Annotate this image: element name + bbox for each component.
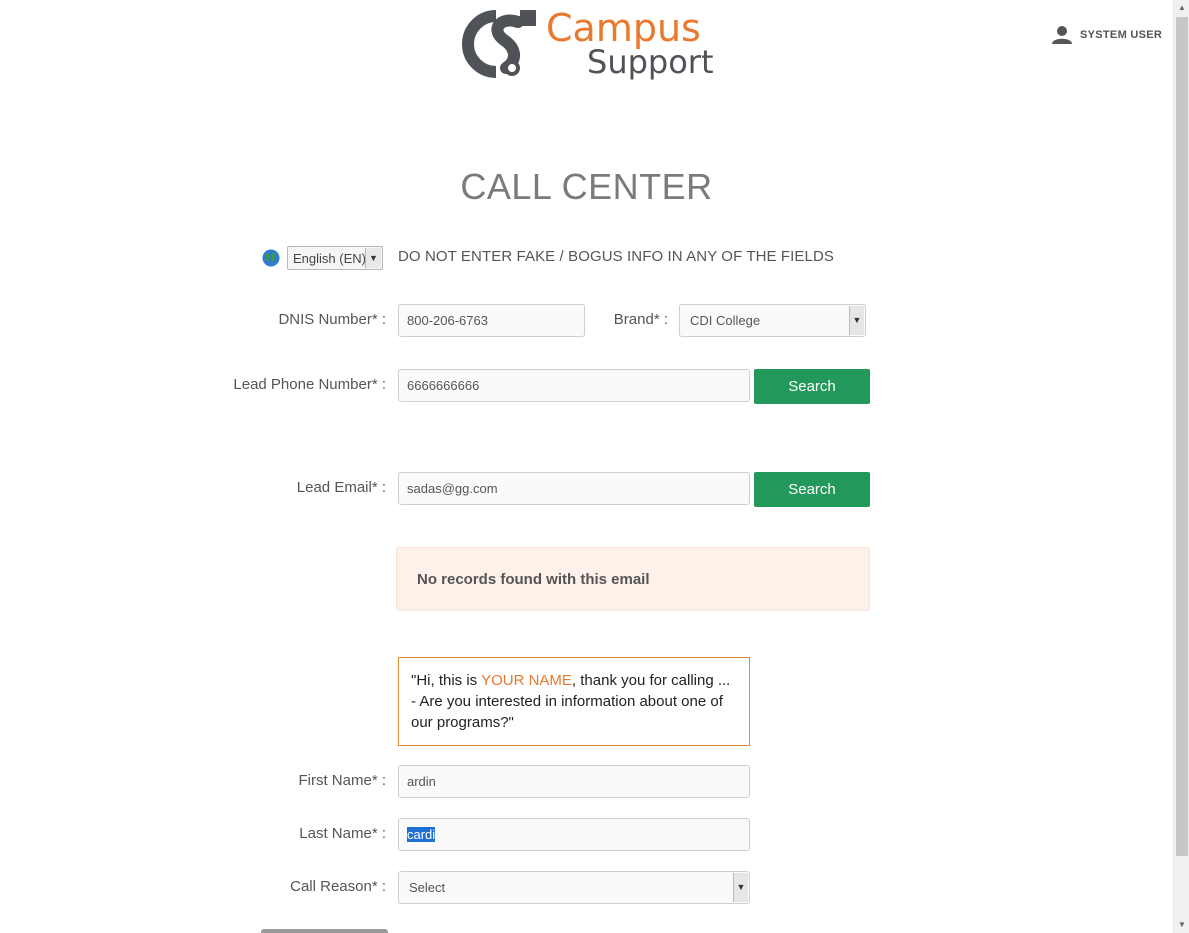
submit-button[interactable] <box>261 929 388 933</box>
lead-phone-label: Lead Phone Number* : <box>233 376 386 393</box>
brand-selected-value: CDI College <box>690 313 761 328</box>
language-select[interactable]: English (EN) ▼ <box>287 246 383 270</box>
last-name-label: Last Name* : <box>299 825 386 842</box>
lead-email-input[interactable]: sadas@gg.com <box>398 472 750 505</box>
globe-icon <box>262 249 280 267</box>
user-menu[interactable]: SYSTEM USER <box>1052 26 1162 44</box>
call-script-box: "Hi, this is YOUR NAME, thank you for ca… <box>398 657 750 746</box>
campus-support-logo[interactable]: Campus Support <box>456 6 726 82</box>
first-name-input[interactable]: ardin <box>398 765 750 798</box>
page-title: CALL CENTER <box>460 166 713 207</box>
language-selected-value: English (EN) <box>293 250 366 266</box>
logo-text-support: Support <box>587 43 714 81</box>
no-records-alert: No records found with this email <box>396 547 870 611</box>
lead-phone-input[interactable]: 6666666666 <box>398 369 750 402</box>
call-reason-select[interactable]: Select ▼ <box>398 871 750 904</box>
user-icon <box>1052 26 1072 44</box>
page: Campus Support SYSTEM USER CALL CENTER E… <box>0 0 1173 933</box>
brand-select[interactable]: CDI College ▼ <box>679 304 866 337</box>
script-your-name: YOUR NAME <box>481 672 572 689</box>
last-name-value: cardi <box>407 827 436 842</box>
call-reason-selected-value: Select <box>409 880 446 895</box>
first-name-label: First Name* : <box>298 772 386 789</box>
script-text-start: "Hi, this is <box>411 672 482 689</box>
warning-text: DO NOT ENTER FAKE / BOGUS INFO IN ANY OF… <box>398 248 835 265</box>
last-name-input[interactable]: cardi <box>398 818 750 851</box>
chevron-down-icon: ▼ <box>365 248 381 268</box>
vertical-scrollbar[interactable]: ▲ ▼ <box>1173 0 1189 933</box>
scroll-up-arrow-icon[interactable]: ▲ <box>1174 0 1189 16</box>
brand-label: Brand* : <box>613 311 668 328</box>
phone-search-button[interactable]: Search <box>754 369 870 404</box>
dnis-input[interactable]: 800-206-6763 <box>398 304 585 337</box>
call-reason-label: Call Reason* : <box>290 878 386 895</box>
user-label: SYSTEM USER <box>1080 29 1163 41</box>
lead-email-label: Lead Email* : <box>296 479 386 496</box>
scroll-down-arrow-icon[interactable]: ▼ <box>1174 917 1189 933</box>
scroll-thumb[interactable] <box>1176 17 1188 856</box>
chevron-down-icon: ▼ <box>733 873 748 902</box>
email-search-button[interactable]: Search <box>754 472 870 507</box>
chevron-down-icon: ▼ <box>849 306 864 335</box>
dnis-label: DNIS Number* : <box>278 311 386 328</box>
cs-logo-icon <box>462 10 536 78</box>
